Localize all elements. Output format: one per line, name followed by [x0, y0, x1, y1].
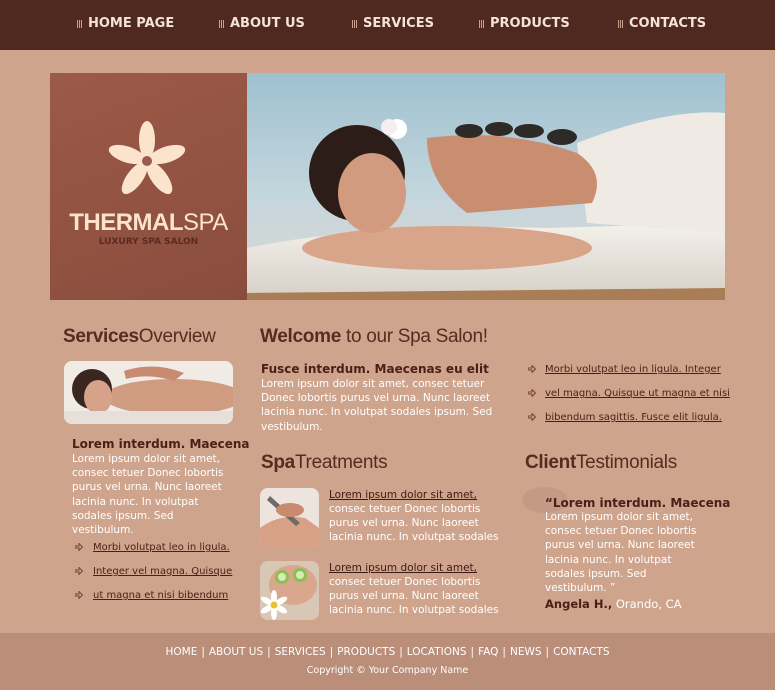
arrow-right-icon[interactable]	[528, 413, 536, 421]
footer-link-news[interactable]: NEWS	[510, 646, 542, 658]
nav-home-page[interactable]: HOME PAGE	[77, 16, 174, 31]
treatment-link[interactable]: Lorem ipsum dolor sit amet,	[329, 562, 477, 574]
footer-separator: |	[201, 646, 205, 658]
title-light: to our Spa Salon!	[340, 326, 488, 347]
footer-link-services[interactable]: SERVICES	[275, 646, 326, 658]
nav-label: PRODUCTS	[490, 16, 570, 31]
footer-link-products[interactable]: PRODUCTS	[337, 646, 395, 658]
manicure-photo	[260, 488, 319, 547]
title-light: Overview	[138, 326, 216, 347]
nav-services[interactable]: SERVICES	[352, 16, 434, 31]
author-location: Orando, CA	[612, 597, 682, 611]
nav-label: CONTACTS	[629, 16, 707, 31]
welcome-link[interactable]: Morbi volutpat leo in ligula. Integer	[545, 364, 721, 375]
services-text: Lorem ipsum dolor sit amet, consec tetue…	[72, 453, 224, 537]
footer-link-faq[interactable]: FAQ	[478, 646, 498, 658]
treatment-link[interactable]: Lorem ipsum dolor sit amet,	[329, 489, 477, 501]
logo-name: THERMALSPA	[50, 209, 247, 237]
logo-panel[interactable]: THERMALSPA LUXURY SPA SALON	[50, 73, 247, 300]
title-light: Testimonials	[575, 452, 677, 473]
footer-link-locations[interactable]: LOCATIONS	[407, 646, 467, 658]
testimonial-text: Lorem ipsum dolor sit amet, consec tetue…	[545, 511, 697, 595]
services-link[interactable]: Integer vel magna. Quisque	[93, 566, 232, 577]
footer-separator: |	[470, 646, 475, 658]
footer-separator: |	[399, 646, 403, 658]
footer-separator: |	[329, 646, 334, 658]
flower-icon	[108, 121, 186, 195]
treatment-thumbnail[interactable]	[260, 488, 319, 547]
welcome-subheading: Fusce interdum. Maecenas eu elit	[261, 362, 489, 376]
hero-photo	[247, 73, 725, 300]
title-bold: Spa	[261, 452, 295, 473]
welcome-title: Welcome to our Spa Salon!	[260, 326, 488, 348]
facial-mask-photo	[260, 561, 319, 620]
title-light: Treatments	[294, 452, 388, 473]
treatment-text: consec tetuer Donec lobortis purus vel u…	[329, 576, 499, 617]
arrow-right-icon[interactable]	[75, 591, 83, 599]
footer-link-contacts[interactable]: CONTACTS	[553, 646, 609, 658]
spa-woman-photo	[247, 73, 725, 300]
nav-label: SERVICES	[363, 16, 434, 31]
arrow-right-icon[interactable]	[75, 567, 83, 575]
welcome-text: Lorem ipsum dolor sit amet, consec tetue…	[261, 378, 493, 433]
nav-about-us[interactable]: ABOUT US	[219, 16, 305, 31]
footer: HOME | ABOUT US | SERVICES | PRODUCTS | LOCATION…	[0, 633, 775, 690]
footer-separator: |	[545, 646, 550, 658]
title-bold: Welcome	[260, 326, 341, 347]
welcome-link[interactable]: bibendum sagittis. Fusce elit ligula.	[545, 412, 722, 423]
footer-separator: |	[502, 646, 506, 658]
arrow-right-icon[interactable]	[75, 543, 83, 551]
massage-thumbnail	[64, 361, 233, 424]
grip-icon	[479, 19, 484, 28]
services-subheading: Lorem interdum. Maecena	[72, 437, 250, 451]
nav-label: ABOUT US	[230, 16, 305, 31]
treatment-text: consec tetuer Donec lobortis purus vel u…	[329, 503, 499, 544]
top-navigation: HOME PAGE ABOUT US SERVICES PRODUCTS CON…	[0, 0, 775, 50]
treatment-thumbnail[interactable]	[260, 561, 319, 620]
grip-icon	[352, 19, 357, 28]
footer-links: HOME | ABOUT US | SERVICES | PRODUCTS | LOCATION…	[0, 646, 775, 658]
services-link[interactable]: Morbi volutpat leo in ligula.	[93, 542, 230, 553]
arrow-right-icon[interactable]	[528, 365, 536, 373]
hero-banner: THERMALSPA LUXURY SPA SALON	[50, 73, 725, 300]
title-bold: Client	[525, 452, 576, 473]
logo-name-light: SPA	[183, 209, 228, 236]
welcome-link[interactable]: vel magna. Quisque ut magna et nisi	[545, 388, 730, 399]
title-bold: Services	[63, 326, 139, 347]
services-link[interactable]: ut magna et nisi bibendum	[93, 590, 228, 601]
author-name: Angela H.,	[545, 597, 613, 611]
footer-separator: |	[267, 646, 271, 658]
grip-icon	[219, 19, 224, 28]
nav-label: HOME PAGE	[88, 16, 175, 31]
grip-icon	[618, 19, 623, 28]
logo-name-bold: THERMAL	[69, 209, 184, 236]
arrow-right-icon[interactable]	[528, 389, 536, 397]
nav-products[interactable]: PRODUCTS	[479, 16, 570, 31]
spa-treatments-title: SpaTreatments	[261, 452, 388, 474]
nav-contacts[interactable]: CONTACTS	[618, 16, 706, 31]
copyright: Copyright © Your Company Name	[306, 665, 469, 676]
footer-link-home[interactable]: HOME	[165, 646, 197, 658]
logo-tagline: LUXURY SPA SALON	[98, 237, 199, 247]
massage-photo	[64, 361, 233, 424]
grip-icon	[77, 19, 82, 28]
testimonial-heading: “Lorem interdum. Maecena	[545, 496, 731, 510]
footer-link-about-us[interactable]: ABOUT US	[209, 646, 263, 658]
client-testimonials-title: ClientTestimonials	[525, 452, 677, 474]
testimonial-author: Angela H., Orando, CA	[545, 597, 682, 611]
services-overview-title: ServicesOverview	[63, 326, 216, 348]
